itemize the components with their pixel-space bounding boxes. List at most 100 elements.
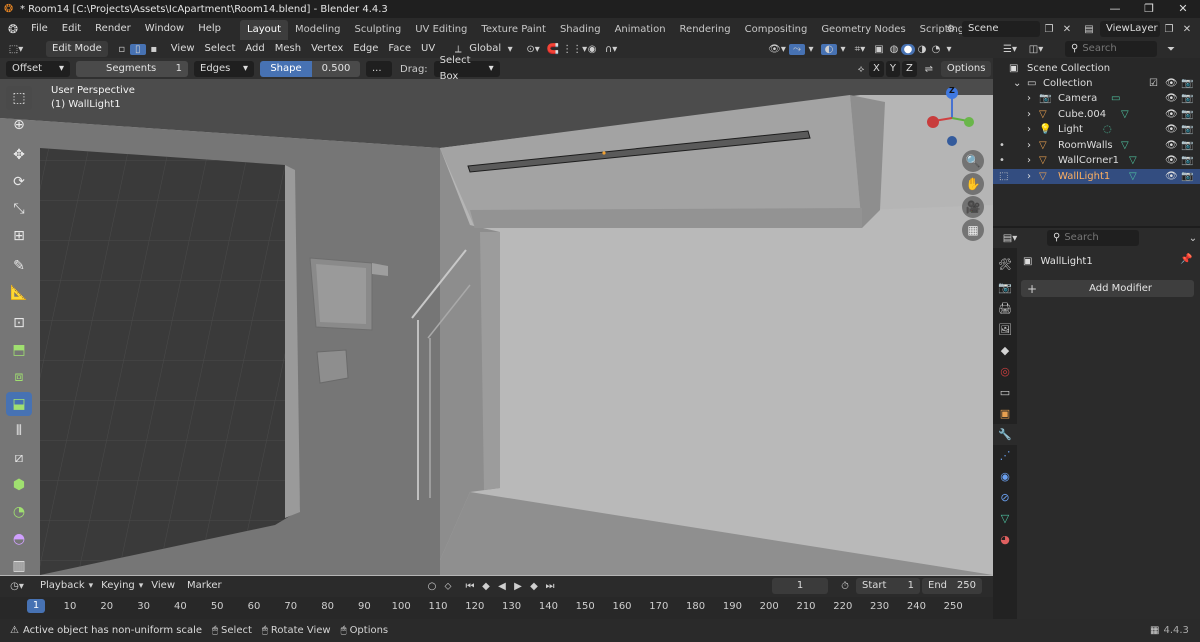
outliner-item-light[interactable]: › 💡 Light ◌ 👁 📷 <box>993 122 1200 137</box>
add-modifier-button[interactable]: + Add Modifier <box>1021 280 1194 297</box>
transform-icon[interactable]: ⊞ <box>6 224 32 248</box>
overlay-toggle-icon[interactable]: ◐ <box>821 43 837 55</box>
eye-icon[interactable]: 👁 <box>1165 153 1178 168</box>
tab-uv-editing[interactable]: UV Editing <box>408 20 474 40</box>
menu-help[interactable]: Help <box>191 18 228 40</box>
chevron-right-icon[interactable]: › <box>1027 169 1031 184</box>
auto-merge-icon[interactable]: ⇌ <box>921 64 937 75</box>
chevron-down-icon[interactable]: ⌄ <box>1013 76 1021 91</box>
maximize-button[interactable]: ❐ <box>1132 0 1166 18</box>
wireframe-shading-icon[interactable]: ◍ <box>887 44 901 55</box>
measure-icon[interactable]: 📐 <box>6 281 32 305</box>
playhead[interactable]: 1 <box>27 599 45 613</box>
object-data-icon[interactable]: ▽ <box>1129 169 1137 184</box>
smooth-icon[interactable]: ◓ <box>6 527 32 551</box>
camera-view-icon[interactable]: 🎥 <box>962 196 984 218</box>
vp-menu-view[interactable]: View <box>166 41 200 57</box>
properties-editor-icon[interactable]: ▤▾ <box>999 233 1021 244</box>
snap-icon[interactable]: 🧲 <box>544 44 562 55</box>
vp-menu-edge[interactable]: Edge <box>348 41 383 57</box>
mirror-y-toggle[interactable]: Y <box>885 61 900 77</box>
tab-layout[interactable]: Layout <box>240 19 289 40</box>
play-reverse-icon[interactable]: ◀ <box>494 581 510 592</box>
bevel-icon[interactable]: ⬓ <box>6 392 32 416</box>
play-icon[interactable]: ▶ <box>510 581 526 592</box>
drag-tool-dropdown[interactable]: Select Box ▾ <box>433 55 500 82</box>
xray-toggle-icon[interactable]: ▣ <box>871 44 887 55</box>
camera-render-icon[interactable]: 📷 <box>1181 138 1193 153</box>
falloff-icon[interactable]: ∩▾ <box>600 44 622 55</box>
add-cube-icon[interactable]: ⊡ <box>6 311 32 335</box>
chevron-right-icon[interactable]: › <box>1027 91 1031 106</box>
remove-scene-icon[interactable]: ✕ <box>1058 24 1076 35</box>
tab-shading[interactable]: Shading <box>553 20 608 40</box>
rendered-shading-icon[interactable]: ◔ <box>929 44 943 55</box>
scene-tab-icon[interactable]: ◆ <box>993 340 1017 361</box>
camera-render-icon[interactable]: 📷 <box>1181 122 1193 137</box>
eye-icon[interactable]: 👁 <box>1165 76 1178 91</box>
scale-icon[interactable]: ⤡ <box>6 197 32 221</box>
segments-field[interactable]: Segments 1 <box>76 61 188 77</box>
chevron-right-icon[interactable]: › <box>1027 138 1031 153</box>
gizmo-toggle-icon[interactable]: ⤳ <box>789 43 805 55</box>
material-shading-icon[interactable]: ◑ <box>915 44 929 55</box>
proportional-edit-icon[interactable]: ◉ <box>584 44 600 55</box>
vp-menu-face[interactable]: Face <box>383 41 416 57</box>
tab-modeling[interactable]: Modeling <box>288 20 348 40</box>
spin-icon[interactable]: ◔ <box>6 500 32 524</box>
move-icon[interactable]: ✥ <box>6 143 32 167</box>
close-button[interactable]: ✕ <box>1166 0 1200 18</box>
data-tab-icon[interactable]: ▽ <box>993 508 1017 529</box>
new-scene-icon[interactable]: ❐ <box>1040 24 1058 35</box>
cursor-icon[interactable]: ⊕ <box>6 113 32 137</box>
navigation-gizmo[interactable]: Z <box>922 85 986 155</box>
vp-menu-vertex[interactable]: Vertex <box>306 41 348 57</box>
chevron-right-icon[interactable]: › <box>1027 153 1031 168</box>
mesh-overlay-icon[interactable]: ⌗▾ <box>849 44 871 55</box>
hand-pan-icon[interactable]: ✋ <box>962 173 984 195</box>
collection-tab-icon[interactable]: ▭ <box>993 382 1017 403</box>
zoom-icon[interactable]: 🔍 <box>962 150 984 172</box>
tab-geometry-nodes[interactable]: Geometry Nodes <box>814 20 912 40</box>
material-tab-icon[interactable]: ◕ <box>993 529 1017 550</box>
end-frame-field[interactable]: End 250 <box>922 578 982 594</box>
eye-icon[interactable]: 👁 <box>1165 169 1178 184</box>
menu-window[interactable]: Window <box>138 18 191 40</box>
3d-viewport[interactable]: User Perspective (1) WallLight1 Z 🔍 ✋ 🎥 … <box>0 79 993 576</box>
eye-icon[interactable]: 👁 <box>1165 138 1178 153</box>
jump-start-icon[interactable]: ⏮ <box>462 581 478 592</box>
annotate-icon[interactable]: ✎ <box>6 254 32 278</box>
object-data-icon[interactable]: ▽ <box>1129 153 1137 168</box>
timeline-menu-view[interactable]: View <box>147 578 179 594</box>
edge-select-icon[interactable]: ▯ <box>129 43 146 55</box>
outliner-item-camera[interactable]: › 📷 Camera ▭ 👁 📷 <box>993 91 1200 106</box>
display-mode-icon[interactable]: ◫▾ <box>1025 44 1047 55</box>
timeline-menu-marker[interactable]: Marker <box>183 578 226 594</box>
edge-slide-icon[interactable]: ▥ <box>6 554 32 578</box>
collection-row[interactable]: ⌄ ▭ Collection ☑ 👁 📷 <box>993 76 1200 91</box>
mirror-z-toggle[interactable]: Z <box>901 61 917 77</box>
minimize-button[interactable]: — <box>1098 0 1132 18</box>
eye-icon[interactable]: 👁 <box>1165 91 1178 106</box>
knife-icon[interactable]: ⧄ <box>6 446 32 470</box>
outliner-item-walllight1[interactable]: ⬚ › ▽ WallLight1 ▽ 👁 📷 <box>993 169 1200 184</box>
outliner-item-cube-004[interactable]: › ▽ Cube.004 ▽ 👁 📷 <box>993 107 1200 122</box>
vp-menu-select[interactable]: Select <box>200 41 241 57</box>
viewlayer-selector[interactable]: ▤ ViewLayer ❐ ✕ <box>1078 21 1196 37</box>
object-tab-icon[interactable]: ▣ <box>993 403 1017 424</box>
checkbox-icon[interactable]: ☑ <box>1149 76 1158 91</box>
menu-file[interactable]: File <box>24 18 55 40</box>
constraints-tab-icon[interactable]: ⊘ <box>993 487 1017 508</box>
outliner-item-roomwalls[interactable]: • › ▽ RoomWalls ▽ 👁 📷 <box>993 138 1200 153</box>
face-select-icon[interactable]: ▪ <box>146 44 162 55</box>
camera-render-icon[interactable]: 📷 <box>1181 76 1193 91</box>
outliner-item-wallcorner1[interactable]: • › ▽ WallCorner1 ▽ 👁 📷 <box>993 153 1200 168</box>
scene-name[interactable]: Scene <box>962 21 1040 37</box>
preview-range-icon[interactable]: ⏱ <box>834 581 856 592</box>
jump-end-icon[interactable]: ⏭ <box>542 581 558 592</box>
tab-texture-paint[interactable]: Texture Paint <box>474 20 553 40</box>
menu-edit[interactable]: Edit <box>55 18 88 40</box>
pivot-point-icon[interactable]: ⊙▾ <box>522 44 544 55</box>
modifier-tab-icon[interactable]: 🔧 <box>993 424 1017 445</box>
solid-shading-icon[interactable]: ● <box>901 43 915 55</box>
